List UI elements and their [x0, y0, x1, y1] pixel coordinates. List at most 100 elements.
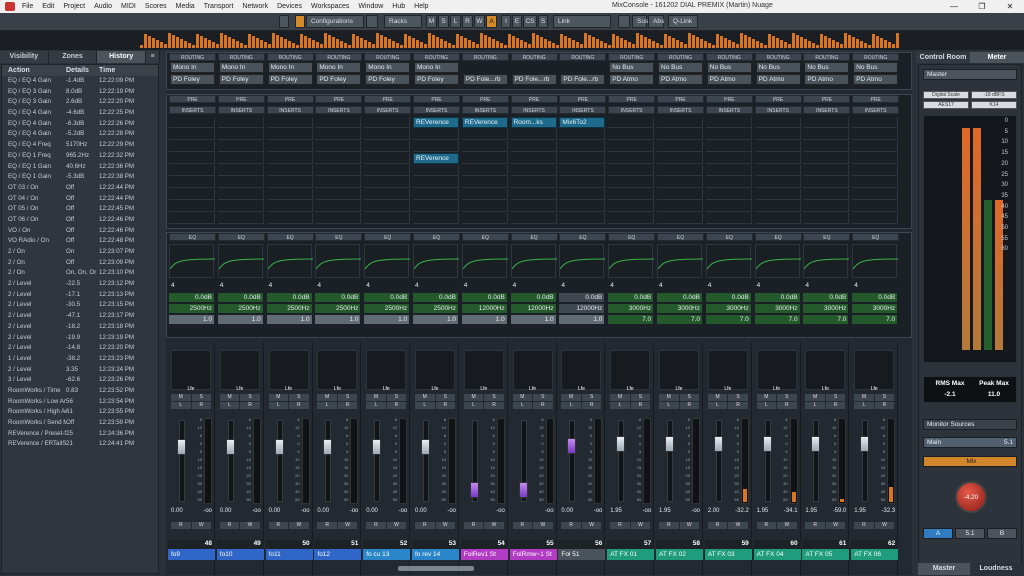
pan-value[interactable]: 0.00	[220, 508, 232, 517]
insert-slot[interactable]	[510, 213, 557, 224]
insert-slot[interactable]	[169, 213, 215, 224]
input-routing[interactable]: Mono In	[316, 62, 362, 73]
insert-slot[interactable]	[754, 201, 801, 212]
output-routing[interactable]: PD Foley	[414, 74, 459, 85]
insert-slot[interactable]	[510, 189, 557, 200]
insert-slot[interactable]	[217, 165, 264, 176]
speaker-b-button[interactable]: B	[987, 528, 1017, 539]
listen-button[interactable]: L	[561, 402, 581, 409]
mute-button[interactable]: M	[219, 394, 240, 401]
eq-frequency[interactable]: 3000Hz	[852, 304, 898, 313]
surround-panner[interactable]: Lfe	[610, 350, 651, 392]
write-button[interactable]: W	[484, 522, 504, 529]
insert-slot[interactable]	[559, 129, 606, 140]
history-row[interactable]: 2 / Level -14.8 12:23:20 PM	[2, 343, 158, 354]
column-time[interactable]: Time	[99, 65, 154, 76]
insert-slot[interactable]	[461, 201, 508, 212]
volume-value[interactable]: -32.2	[735, 508, 749, 517]
channel-name[interactable]: AT FX 05	[802, 549, 850, 560]
insert-slot[interactable]	[364, 165, 411, 176]
input-routing[interactable]: Mono In	[414, 62, 459, 73]
volume-value[interactable]: -oo	[203, 508, 212, 517]
volume-value[interactable]: -oo	[447, 508, 456, 517]
insert-slot[interactable]	[266, 177, 313, 188]
insert-slot[interactable]	[413, 129, 459, 140]
eq-q[interactable]: 7.0	[803, 315, 849, 324]
configurations-dropdown[interactable]: Configurations	[306, 15, 364, 28]
insert-slot[interactable]	[559, 177, 606, 188]
insert-slot[interactable]	[657, 153, 703, 164]
read-button[interactable]: R	[679, 402, 699, 409]
eq-gain[interactable]: 0.0dB	[559, 293, 605, 302]
listen-button[interactable]: L	[463, 402, 484, 409]
eq-curve[interactable]	[705, 244, 752, 278]
channel-name[interactable]: fo9	[168, 549, 215, 560]
eq-frequency[interactable]: 3000Hz	[754, 304, 800, 313]
read-button[interactable]: R	[874, 402, 895, 409]
eq-curve[interactable]	[510, 244, 557, 278]
read-button[interactable]: R	[630, 402, 651, 409]
eq-gain[interactable]: 0.0dB	[705, 293, 751, 302]
menu-item-edit[interactable]: Edit	[42, 3, 54, 10]
eq-gain[interactable]: 0.0dB	[657, 293, 702, 302]
eq-frequency[interactable]: 2500Hz	[266, 304, 312, 313]
output-routing[interactable]: PD Foley	[218, 74, 264, 85]
insert-slot[interactable]	[803, 129, 850, 140]
insert-slot[interactable]	[852, 165, 899, 176]
history-row[interactable]: REVerence / Preset-Nr. 25 12:24:36 PM	[2, 429, 158, 440]
eq-q[interactable]: 1.0	[413, 315, 458, 324]
volume-fader[interactable]	[323, 438, 333, 455]
insert-slot[interactable]	[803, 165, 850, 176]
home-icon[interactable]	[366, 15, 378, 28]
write-button[interactable]: W	[191, 522, 211, 529]
insert-slot[interactable]	[657, 201, 703, 212]
insert-slot[interactable]	[559, 213, 606, 224]
mute-button[interactable]: M	[561, 394, 581, 401]
insert-slot[interactable]	[657, 129, 703, 140]
history-row[interactable]: 2 / Level -17.1 12:23:13 PM	[2, 290, 158, 301]
read-automation-button[interactable]: R	[561, 522, 581, 529]
eq-q[interactable]: 7.0	[754, 315, 800, 324]
solo-button[interactable]: S	[679, 394, 699, 401]
input-routing[interactable]: Mono In	[170, 62, 215, 73]
insert-slot[interactable]	[510, 141, 557, 152]
solo-button[interactable]: S	[581, 394, 602, 401]
write-button[interactable]: W	[630, 522, 651, 529]
surround-panner[interactable]: Lfe	[219, 350, 260, 392]
solo-button[interactable]: S	[435, 394, 455, 401]
insert-slot[interactable]	[657, 165, 703, 176]
solo-button[interactable]: S	[240, 394, 260, 401]
toolbar-m-button[interactable]: M	[426, 15, 437, 28]
volume-fader[interactable]	[616, 436, 626, 453]
insert-slot[interactable]	[413, 141, 459, 152]
tab-visibility[interactable]: Visibility	[0, 51, 49, 63]
insert-slot[interactable]	[266, 165, 313, 176]
insert-slot[interactable]	[461, 153, 508, 164]
eq-gain[interactable]: 0.0dB	[169, 293, 214, 302]
channel-name[interactable]: fo11	[265, 549, 313, 560]
eq-curve[interactable]	[266, 244, 313, 278]
insert-slot[interactable]	[608, 189, 655, 200]
insert-slot[interactable]	[315, 153, 362, 164]
solo-button[interactable]: S	[191, 394, 211, 401]
write-button[interactable]: W	[874, 522, 895, 529]
history-row[interactable]: 2 / On On, On, Or 12:23:10 PM	[2, 268, 158, 279]
insert-slot[interactable]	[217, 141, 264, 152]
insert-slot[interactable]	[315, 189, 362, 200]
channel-name[interactable]: fo10	[216, 549, 264, 560]
close-icon[interactable]: ✕	[996, 0, 1024, 13]
channel-name[interactable]: Fol 51	[558, 549, 606, 560]
mute-button[interactable]: M	[415, 394, 435, 401]
output-routing[interactable]: PD Fole...rb	[462, 74, 508, 85]
eq-frequency[interactable]: 3000Hz	[803, 304, 849, 313]
eq-q[interactable]: 1.0	[217, 315, 263, 324]
channel-name[interactable]: FolRev1 St	[460, 549, 508, 560]
pan-value[interactable]: 1.95	[854, 508, 866, 517]
listen-button[interactable]: L	[219, 402, 240, 409]
menu-item-hub[interactable]: Hub	[392, 3, 405, 10]
mute-button[interactable]: M	[317, 394, 337, 401]
insert-slot[interactable]	[266, 213, 313, 224]
listen-button[interactable]: L	[805, 402, 825, 409]
read-automation-button[interactable]: R	[317, 522, 337, 529]
insert-slot[interactable]	[852, 177, 899, 188]
